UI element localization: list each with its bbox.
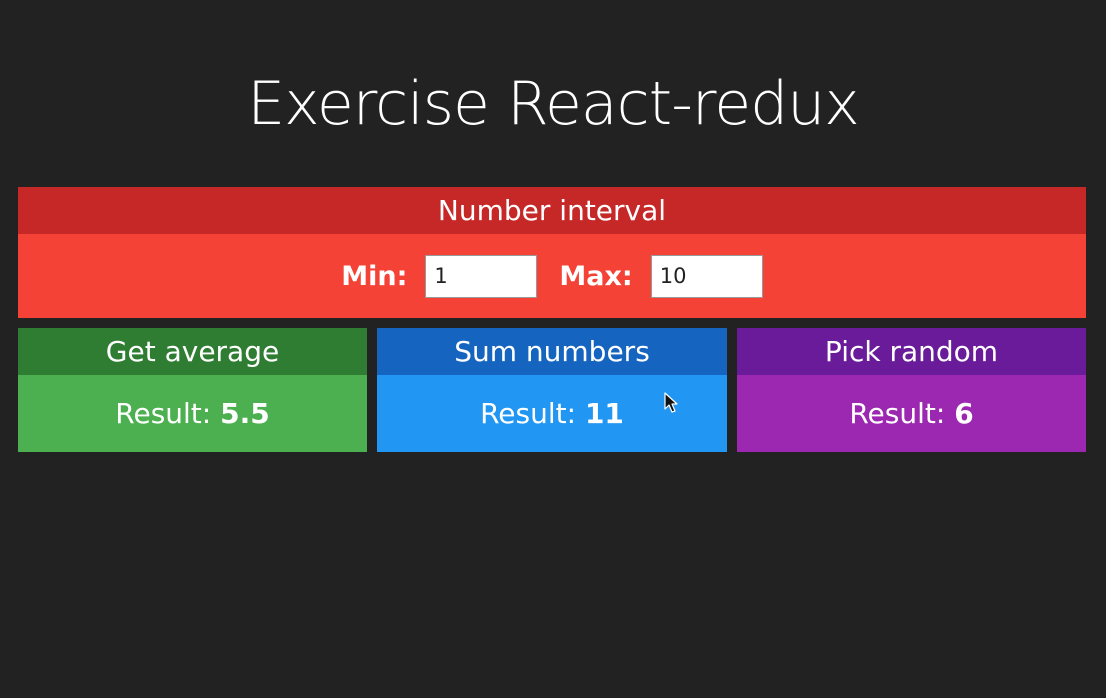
- sum-card: Sum numbers Result: 11: [377, 328, 727, 452]
- random-result-value: 6: [954, 397, 974, 430]
- average-result-label: Result:: [115, 397, 212, 430]
- random-result: Result: 6: [737, 375, 1086, 452]
- mouse-pointer-icon: [664, 392, 678, 413]
- average-result: Result: 5.5: [18, 375, 367, 452]
- average-card-title: Get average: [18, 328, 367, 375]
- max-input[interactable]: [650, 254, 763, 298]
- max-label: Max:: [559, 260, 633, 292]
- sum-result-value: 11: [584, 397, 624, 430]
- page-title: Exercise React-redux: [247, 69, 859, 139]
- random-result-label: Result:: [849, 397, 946, 430]
- number-interval-body: Min: Max:: [18, 234, 1086, 318]
- number-interval-header: Number interval: [18, 187, 1086, 234]
- min-label: Min:: [341, 260, 408, 292]
- number-interval-panel: Number interval Min: Max:: [18, 187, 1086, 318]
- random-card-title: Pick random: [737, 328, 1086, 375]
- average-result-value: 5.5: [220, 397, 270, 430]
- average-card: Get average Result: 5.5: [18, 328, 367, 452]
- min-input[interactable]: [425, 254, 538, 298]
- random-card: Pick random Result: 6: [737, 328, 1086, 452]
- sum-result-label: Result:: [480, 397, 577, 430]
- sum-card-title: Sum numbers: [377, 328, 727, 375]
